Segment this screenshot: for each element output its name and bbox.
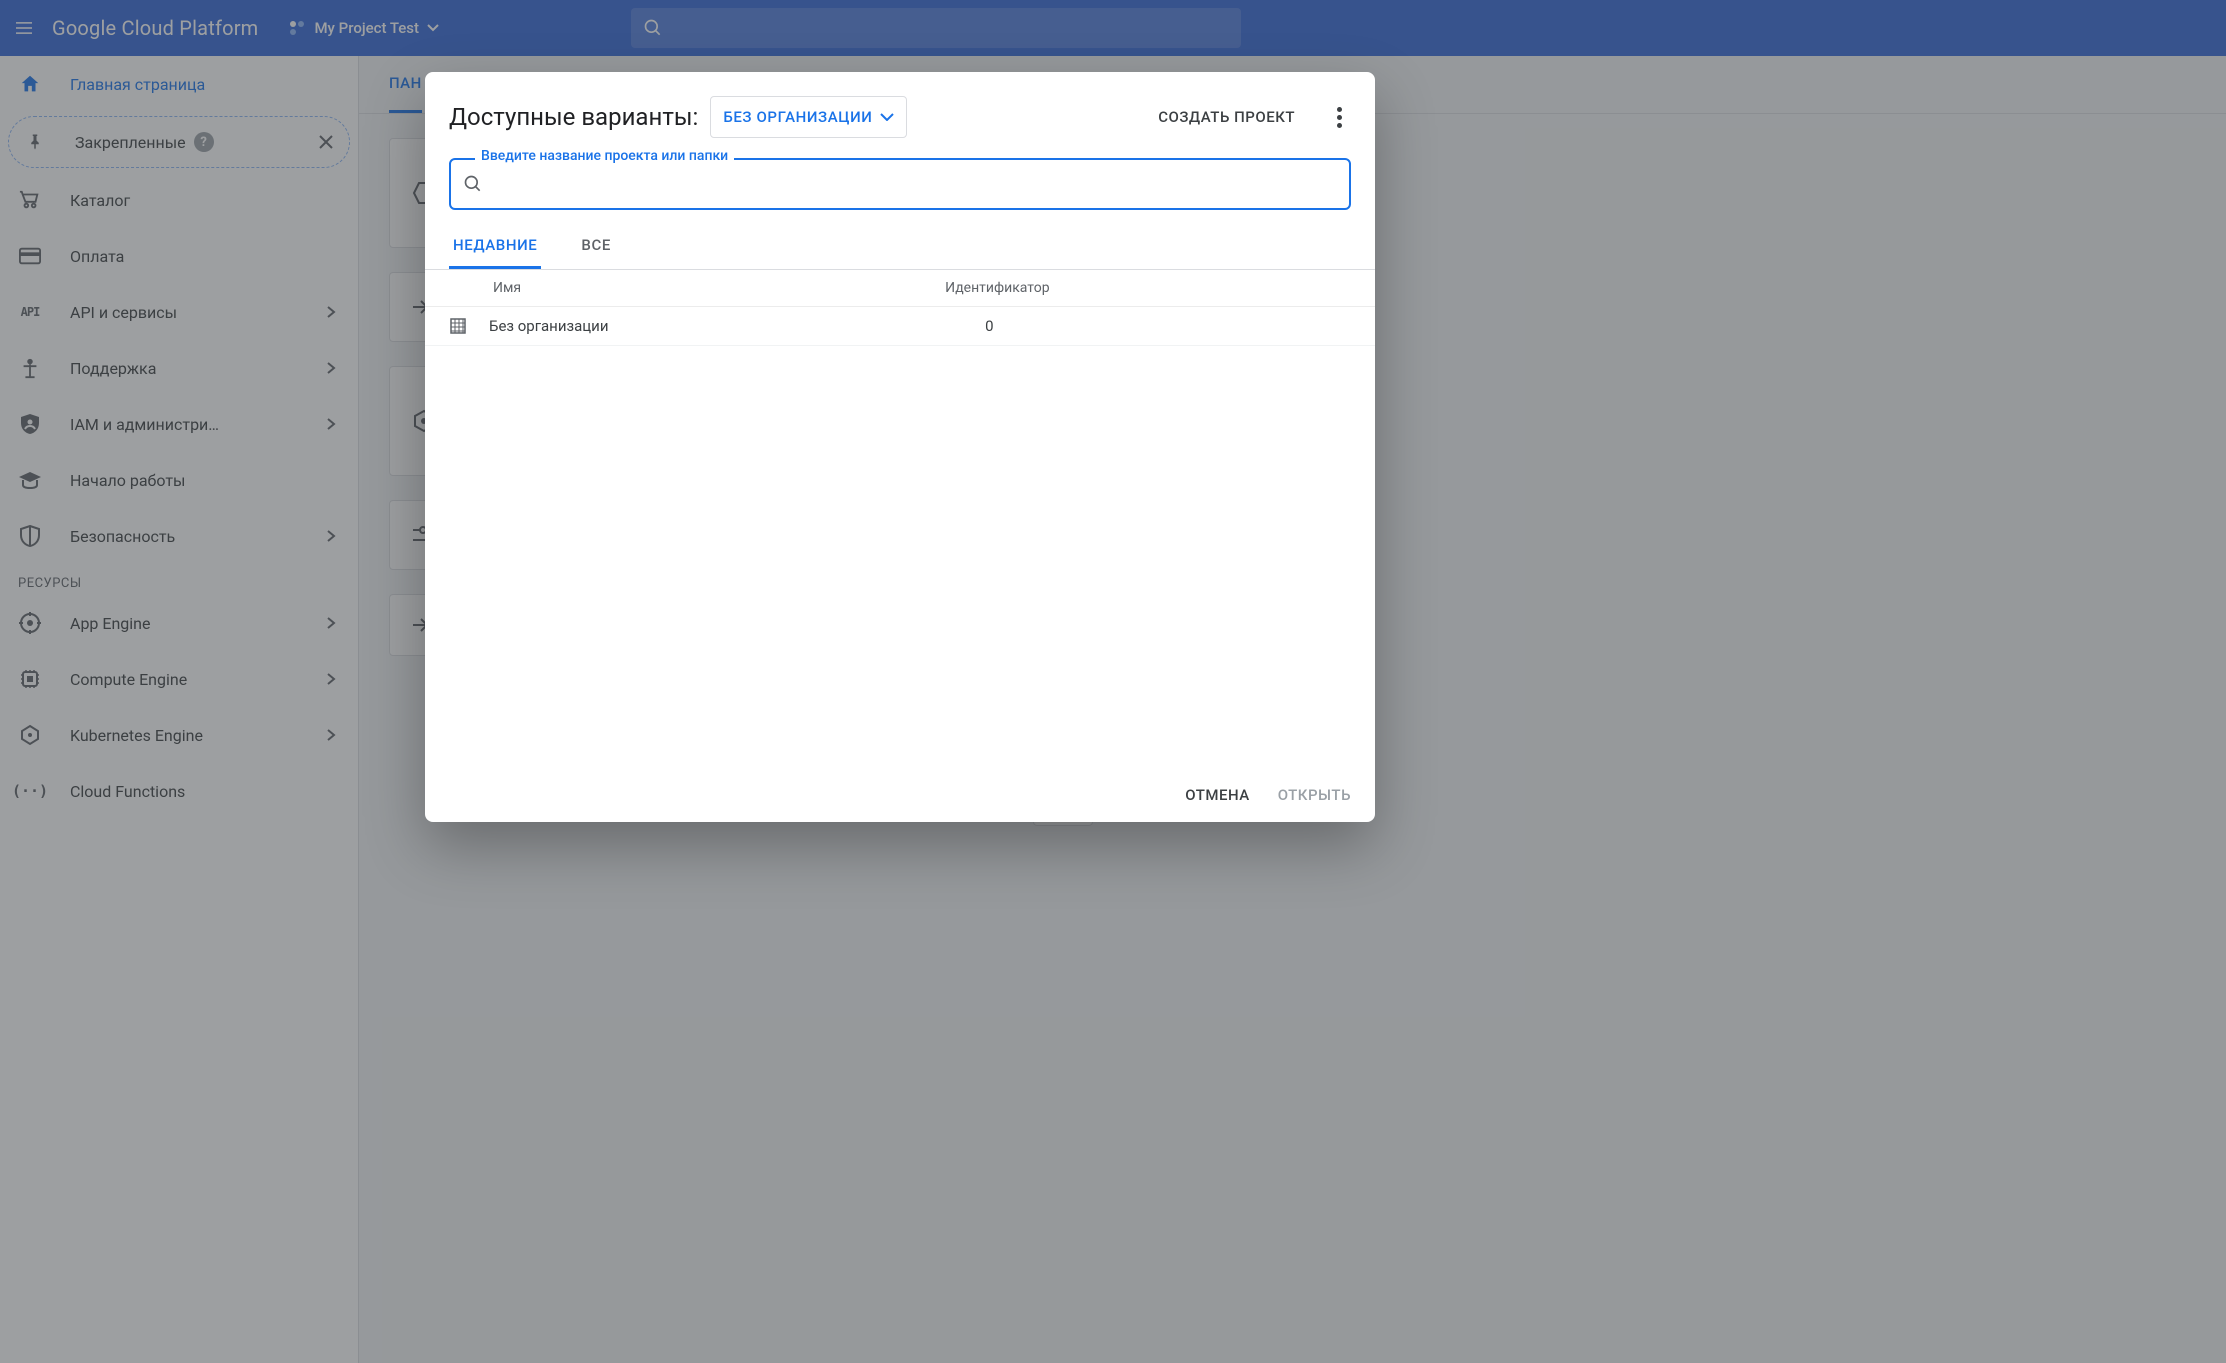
table-row[interactable]: Без организации 0 xyxy=(425,307,1375,346)
column-id-header: Идентификатор xyxy=(945,280,1351,296)
column-name-header: Имя xyxy=(449,280,945,296)
row-id: 0 xyxy=(985,317,1351,335)
dialog-title: Доступные варианты: xyxy=(449,103,698,131)
project-search-input[interactable] xyxy=(493,175,1337,193)
search-floating-label: Введите название проекта или папки xyxy=(475,148,734,164)
search-icon xyxy=(463,174,483,194)
dropdown-icon xyxy=(880,113,894,121)
cancel-button[interactable]: ОТМЕНА xyxy=(1185,786,1249,804)
create-project-button[interactable]: СОЗДАТЬ ПРОЕКТ xyxy=(1158,108,1295,126)
organization-selector-label: БЕЗ ОРГАНИЗАЦИИ xyxy=(723,108,872,126)
table-header: Имя Идентификатор xyxy=(425,270,1375,307)
more-options-icon[interactable] xyxy=(1327,107,1351,128)
row-name: Без организации xyxy=(489,317,985,335)
project-search-field[interactable] xyxy=(449,158,1351,210)
organization-selector[interactable]: БЕЗ ОРГАНИЗАЦИИ xyxy=(710,96,907,138)
organization-icon xyxy=(449,317,469,335)
tab-all[interactable]: ВСЕ xyxy=(577,226,615,269)
tab-recent[interactable]: НЕДАВНИЕ xyxy=(449,226,541,269)
open-button[interactable]: ОТКРЫТЬ xyxy=(1278,786,1351,804)
project-picker-dialog: Доступные варианты: БЕЗ ОРГАНИЗАЦИИ СОЗД… xyxy=(425,72,1375,822)
